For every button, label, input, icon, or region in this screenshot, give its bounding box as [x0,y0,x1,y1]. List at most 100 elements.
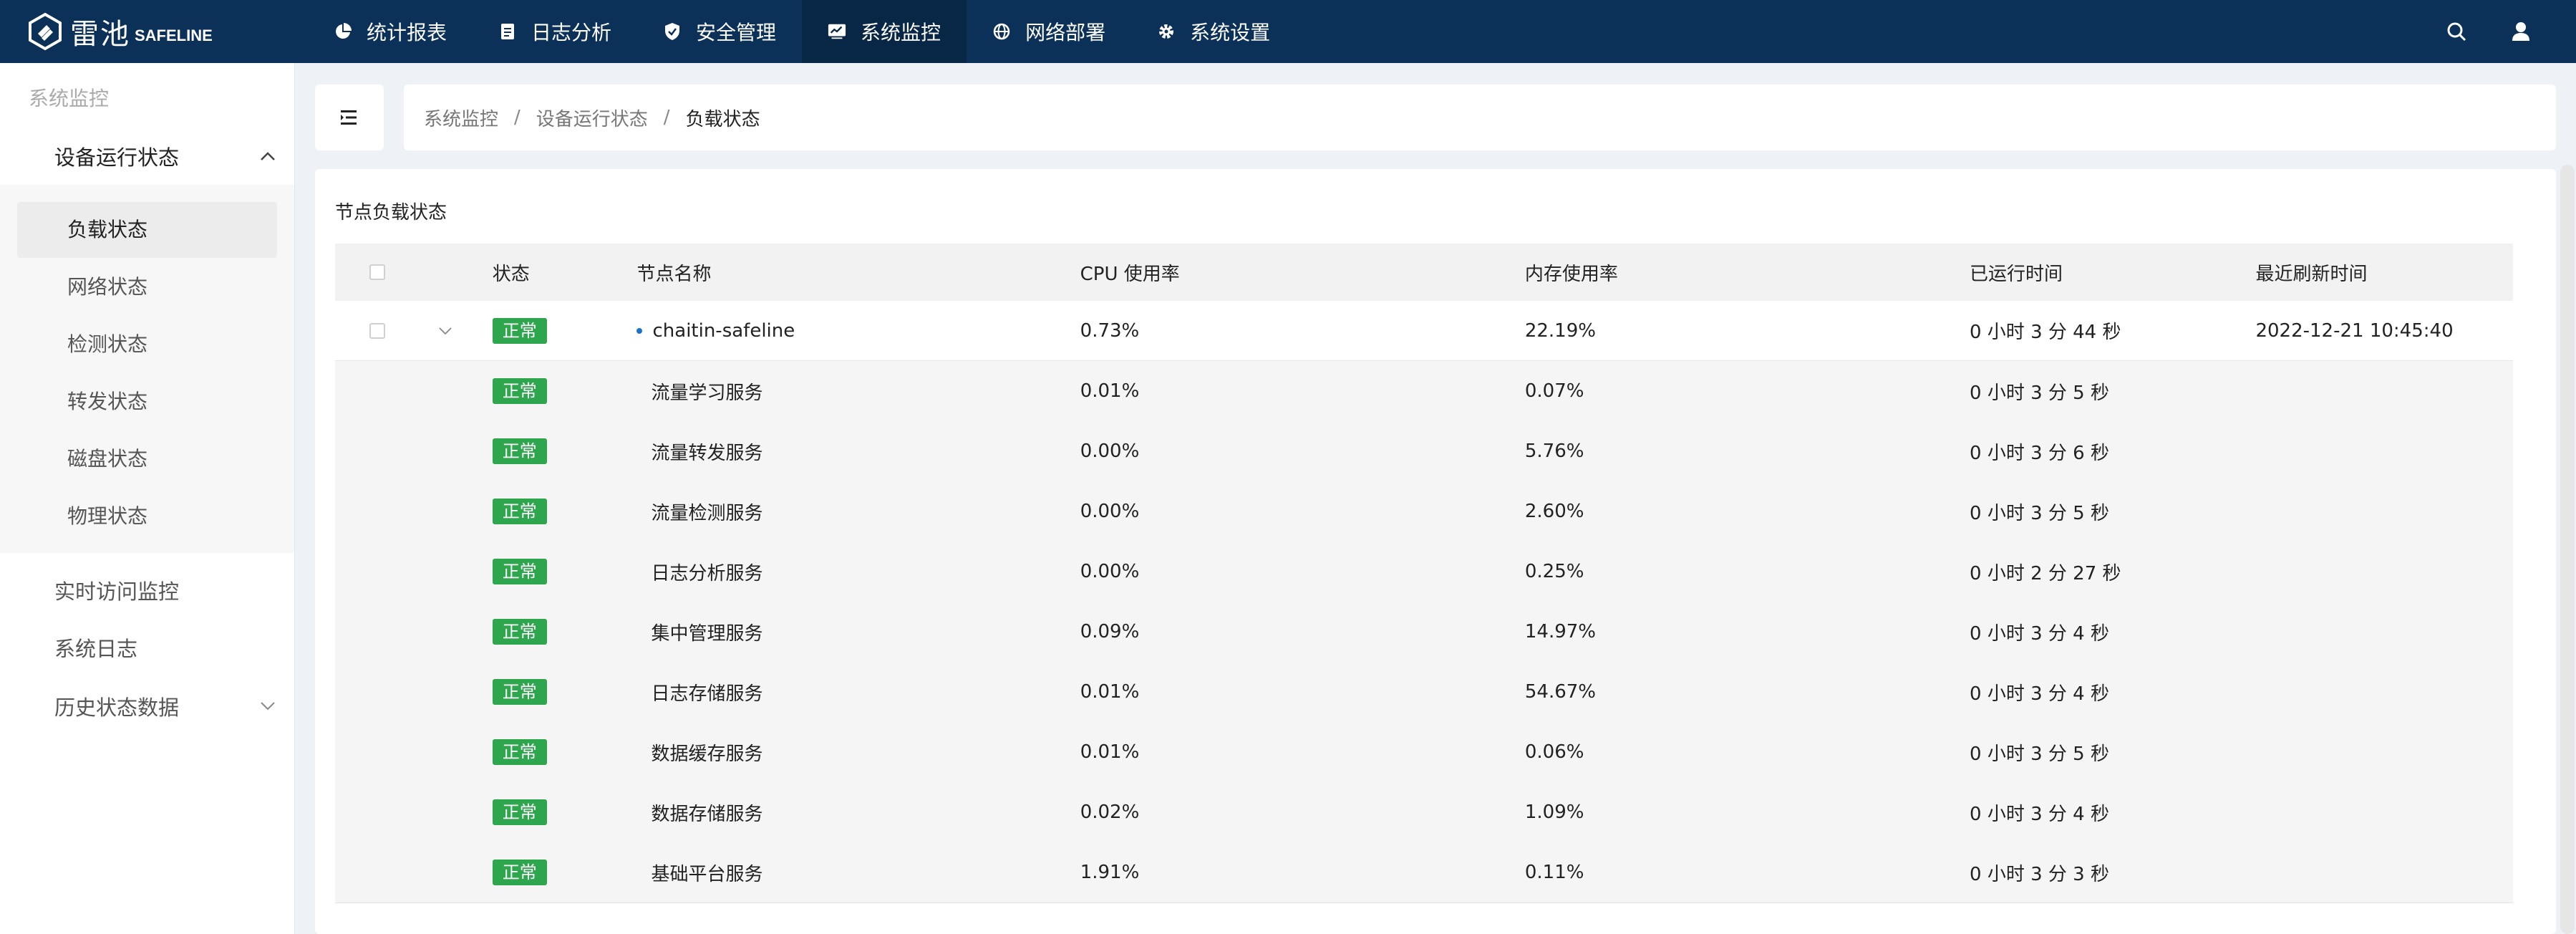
service-name: 集中管理服务 [651,622,763,645]
service-name: 日志分析服务 [651,562,763,584]
service-name: 数据缓存服务 [651,743,763,765]
cpu-value: 1.91% [1080,862,1140,883]
sidebar-item-load-status[interactable]: 负载状态 [17,202,277,258]
mem-value: 0.25% [1524,561,1584,582]
breadcrumb-item[interactable]: 系统监控 [424,105,498,131]
table-row-service[interactable]: 正常 基础平台服务 1.91% 0.11% 0 小时 3 分 3 秒 [335,842,2513,902]
breadcrumb: 系统监控 / 设备运行状态 / 负载状态 [404,85,2556,150]
service-name: 流量转发服务 [651,442,763,464]
chevron-down-icon[interactable] [439,327,452,334]
breadcrumb-current: 负载状态 [685,108,760,130]
cpu-value: 0.00% [1080,501,1140,522]
nav-item-monitor[interactable]: 系统监控 [802,0,967,63]
uptime-value: 0 小时 3 分 6 秒 [1970,442,2109,464]
status-badge: 正常 [492,799,547,825]
header-mem: 内存使用率 [1524,263,1618,285]
table-row-service[interactable]: 正常 日志存储服务 0.01% 54.67% 0 小时 3 分 4 秒 [335,662,2513,722]
top-nav-bar: 雷池 SAFELINE 统计报表 日志分析 安全管理 系统监控 网络部署 系统设… [0,0,2576,63]
sidebar-item-network-status[interactable]: 网络状态 [17,259,277,315]
refresh-time: 2022-12-21 10:45:40 [2255,319,2454,342]
search-icon[interactable] [2444,19,2469,44]
service-name: 流量学习服务 [651,382,763,404]
header-status: 状态 [492,263,530,285]
mem-value: 22.19% [1524,319,1596,342]
nav-item-stats[interactable]: 统计报表 [308,0,473,63]
cpu-value: 0.09% [1080,621,1140,642]
service-name: 数据存储服务 [651,803,763,825]
sidebar-item-disk-status[interactable]: 磁盘状态 [17,431,277,487]
table-row-service[interactable]: 正常 数据存储服务 0.02% 1.09% 0 小时 3 分 4 秒 [335,782,2513,842]
cpu-value: 0.01% [1080,741,1140,763]
uptime-value: 0 小时 3 分 3 秒 [1970,863,2109,885]
nav-item-settings[interactable]: 系统设置 [1131,0,1296,63]
uptime-value: 0 小时 3 分 44 秒 [1970,322,2121,343]
table-header: 状态 节点名称 CPU 使用率 内存使用率 已运行时间 最近刷新时间 [335,244,2513,301]
sidebar-item-history-data[interactable]: 历史状态数据 [0,678,294,735]
mem-value: 1.09% [1524,801,1584,823]
table-row-service[interactable]: 正常 日志分析服务 0.00% 0.25% 0 小时 2 分 27 秒 [335,541,2513,602]
header-cpu: CPU 使用率 [1080,263,1180,285]
chevron-up-icon [261,152,275,160]
service-rows: 正常 流量学习服务 0.01% 0.07% 0 小时 3 分 5 秒正常 流量转发服务 0.… [335,361,2513,903]
sidebar-item-label: 历史状态数据 [54,695,180,720]
cpu-value: 0.01% [1080,380,1140,402]
chevron-down-icon [261,702,275,711]
table-row-service[interactable]: 正常 流量学习服务 0.01% 0.07% 0 小时 3 分 5 秒 [335,361,2513,421]
service-name: 日志存储服务 [651,683,763,705]
uptime-value: 0 小时 3 分 4 秒 [1970,683,2109,705]
mem-value: 2.60% [1524,501,1584,522]
sidebar-item-system-log[interactable]: 系统日志 [0,620,294,678]
sidebar: 系统监控 设备运行状态 负载状态 网络状态 检测状态 转发状态 磁盘状态 物理状… [0,63,295,934]
pie-chart-icon [334,22,352,41]
sidebar-item-detection-status[interactable]: 检测状态 [17,317,277,372]
breadcrumb-separator: / [663,107,670,128]
globe-icon [992,22,1011,41]
select-all-checkbox[interactable] [369,264,385,280]
nav-label: 安全管理 [696,21,777,44]
table-row-service[interactable]: 正常 集中管理服务 0.09% 14.97% 0 小时 3 分 4 秒 [335,602,2513,662]
service-name: 流量检测服务 [651,502,763,524]
row-checkbox[interactable] [369,322,385,339]
menu-toggle-button[interactable] [315,85,384,150]
uptime-value: 0 小时 2 分 27 秒 [1970,562,2121,584]
sidebar-item-physical-status[interactable]: 物理状态 [17,488,277,544]
select-all-cell [357,264,398,280]
breadcrumb-item[interactable]: 设备运行状态 [536,105,648,131]
status-badge: 正常 [492,739,547,765]
cpu-value: 0.73% [1080,319,1140,342]
vertical-scrollbar[interactable] [2560,165,2575,934]
table-row-service[interactable]: 正常 流量检测服务 0.00% 2.60% 0 小时 3 分 5 秒 [335,481,2513,541]
nav-label: 统计报表 [367,21,447,44]
node-name: chaitin-safeline [652,319,795,342]
nav-label: 网络部署 [1025,21,1106,44]
nav-item-logs[interactable]: 日志分析 [473,0,637,63]
nav-label: 系统监控 [861,21,941,44]
cpu-value: 0.00% [1080,561,1140,582]
service-name: 基础平台服务 [651,863,763,885]
node-load-card: 节点负载状态 状态 节点名称 CPU 使用率 内存使用率 已运行时间 最近刷新时… [315,169,2556,934]
sidebar-item-forward-status[interactable]: 转发状态 [17,374,277,430]
user-icon[interactable] [2509,19,2533,44]
brand-name-cn: 雷池 [70,18,130,51]
nav-item-network[interactable]: 网络部署 [967,0,1131,63]
sidebar-item-realtime-monitor[interactable]: 实时访问监控 [0,563,294,620]
brand-logo[interactable]: 雷池 SAFELINE [0,0,308,63]
header-refresh: 最近刷新时间 [2255,263,2368,285]
sidebar-group-device-status[interactable]: 设备运行状态 [0,127,294,185]
sidebar-section-title: 系统监控 [29,87,110,110]
status-badge: 正常 [492,619,547,645]
table-row-service[interactable]: 正常 流量转发服务 0.00% 5.76% 0 小时 3 分 6 秒 [335,421,2513,481]
sidebar-submenu: 负载状态 网络状态 检测状态 转发状态 磁盘状态 物理状态 [0,185,294,553]
nav-label: 系统设置 [1190,21,1271,44]
brand-name-en: SAFELINE [135,27,213,44]
main-nav: 统计报表 日志分析 安全管理 系统监控 网络部署 系统设置 [308,0,1296,63]
gear-icon [1157,22,1176,41]
uptime-value: 0 小时 3 分 5 秒 [1970,502,2109,524]
nav-item-security[interactable]: 安全管理 [637,0,802,63]
table-row-node[interactable]: 正常 chaitin-safeline 0.73% 22.19% 0 小时 3 … [335,301,2513,361]
uptime-value: 0 小时 3 分 5 秒 [1970,382,2109,404]
status-badge: 正常 [492,438,547,464]
uptime-value: 0 小时 3 分 4 秒 [1970,622,2109,645]
table-row-service[interactable]: 正常 数据缓存服务 0.01% 0.06% 0 小时 3 分 5 秒 [335,722,2513,782]
status-badge: 正常 [492,679,547,705]
